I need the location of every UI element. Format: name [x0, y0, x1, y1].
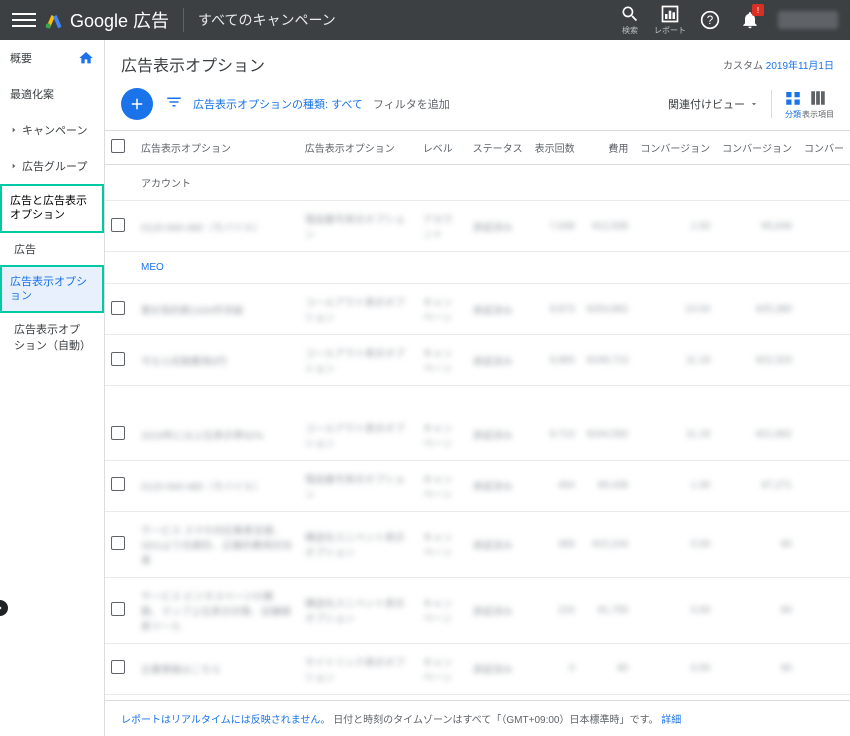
column-header[interactable]: レベル: [417, 131, 467, 165]
column-header[interactable]: 表示回数: [529, 131, 581, 165]
sidebar-item-extensions-auto[interactable]: 広告表示オプション（自動）: [0, 313, 104, 361]
sidebar-item-overview[interactable]: 概要: [0, 40, 104, 76]
chevron-right-icon: [0, 603, 5, 613]
main-content: 広告表示オプション カスタム 2019年11月1日 広告表示オプションの種類: …: [105, 40, 850, 736]
notification-badge: !: [752, 4, 764, 16]
sidebar-item-ads[interactable]: 広告: [0, 233, 104, 265]
column-header[interactable]: [105, 131, 135, 165]
table-header-row: 広告表示オプション広告表示オプションレベルステータス表示回数費用コンバージョンコ…: [105, 131, 850, 165]
table-row[interactable]: 2019年には上位表示率92%コールアウト表示オプションキャンペーン承認済み9,…: [105, 410, 850, 461]
footer-note: レポートはリアルタイムには反映されません。 日付と時刻のタイムゾーンはすべて「（…: [105, 700, 850, 736]
row-checkbox[interactable]: [111, 477, 125, 491]
table-row[interactable]: 0120-940-480（モバイル）電話番号表示オプションアカウント承認済み7,…: [105, 201, 850, 252]
row-checkbox[interactable]: [111, 602, 125, 616]
view-selector[interactable]: 関連付けビュー: [668, 96, 759, 112]
group-header-row: MEO: [105, 252, 850, 284]
context-title[interactable]: すべてのキャンペーン: [198, 10, 336, 30]
row-checkbox[interactable]: [111, 301, 125, 315]
menu-icon[interactable]: [12, 8, 36, 32]
sidebar-item-adgroups[interactable]: 広告グループ: [0, 148, 104, 184]
table-row[interactable]: 企業情報はこちらサイトリンク表示オプションキャンペーン承認済み0¥00.00¥0: [105, 643, 850, 694]
add-button[interactable]: [121, 88, 153, 120]
help-button[interactable]: ?: [690, 0, 730, 40]
page-title: 広告表示オプション: [121, 52, 265, 76]
footer-details-link[interactable]: 詳細: [661, 715, 681, 726]
filter-icon: [165, 93, 183, 111]
home-icon: [78, 50, 94, 66]
svg-text:?: ?: [707, 14, 714, 27]
column-header[interactable]: コンバージョン: [716, 131, 798, 165]
notifications-button[interactable]: !: [730, 0, 770, 40]
table-row[interactable]: サービス スマホ対応集客支援、SEOより効果的、正確的費用対効果構造化スニペット…: [105, 511, 850, 577]
date-range-selector[interactable]: カスタム 2019年11月1日: [723, 57, 834, 72]
sidebar-item-ads-extensions[interactable]: 広告と広告表示オプション: [0, 184, 104, 233]
search-button[interactable]: 検索: [610, 0, 650, 40]
chevron-right-icon: [10, 162, 18, 170]
table-row[interactable]: サービス ビジネスページの構築、マップ上位表示対策、店舗検索ツール構造化スニペッ…: [105, 577, 850, 643]
divider: [183, 8, 184, 32]
column-header[interactable]: コンバージョン: [634, 131, 716, 165]
table-row[interactable]: 今なら初期費用0円コールアウト表示オプションキャンペーン承認済み9,965¥24…: [105, 335, 850, 386]
column-header[interactable]: ステータス: [467, 131, 529, 165]
segment-icon: [784, 89, 802, 107]
add-filter-button[interactable]: フィルタを追加: [373, 96, 450, 112]
table-row[interactable]: 資料請求サイトリンク表示オプションキャンペーン承認済み3¥00.00¥0: [105, 694, 850, 700]
chevron-right-icon: [10, 126, 18, 134]
table-row[interactable]: 累計契約数1000件突破コールアウト表示オプションキャンペーン承認済み9,873…: [105, 284, 850, 335]
filter-button[interactable]: [165, 93, 183, 116]
group-header-row: アカウント: [105, 165, 850, 201]
filter-chip[interactable]: 広告表示オプションの種類: すべて: [193, 96, 363, 112]
row-checkbox[interactable]: [111, 426, 125, 440]
plus-icon: [128, 95, 146, 113]
segment-button[interactable]: 分類: [784, 89, 802, 120]
row-checkbox[interactable]: [111, 660, 125, 674]
app-header: Google 広告 すべてのキャンペーン 検索 レポート ? !: [0, 0, 850, 40]
product-logo[interactable]: Google 広告: [44, 7, 169, 33]
column-header[interactable]: コンバー: [798, 131, 850, 165]
sidebar-expand-button[interactable]: [0, 600, 8, 616]
select-all-checkbox[interactable]: [111, 139, 125, 153]
divider: [771, 90, 772, 118]
product-name: Google 広告: [70, 7, 169, 33]
help-icon: ?: [700, 10, 720, 30]
chevron-down-icon: [749, 99, 759, 109]
account-info[interactable]: [778, 11, 838, 29]
sidebar-item-extensions-active[interactable]: 広告表示オプション: [0, 265, 104, 314]
search-icon: [620, 4, 640, 24]
sidebar-item-optimization[interactable]: 最適化案: [0, 76, 104, 112]
table-body: アカウント0120-940-480（モバイル）電話番号表示オプションアカウント承…: [105, 165, 850, 701]
row-checkbox[interactable]: [111, 536, 125, 550]
columns-button[interactable]: 表示項目: [802, 89, 834, 120]
sidebar: 概要 最適化案 キャンペーン 広告グループ 広告と広告表示オプション 広告 広告…: [0, 40, 105, 736]
report-icon: [660, 4, 680, 24]
row-checkbox[interactable]: [111, 218, 125, 232]
column-header[interactable]: 広告表示オプション: [135, 131, 299, 165]
toolbar: 広告表示オプションの種類: すべて フィルタを追加 関連付けビュー 分類 表示項…: [105, 84, 850, 131]
row-checkbox[interactable]: [111, 352, 125, 366]
sidebar-item-campaigns[interactable]: キャンペーン: [0, 112, 104, 148]
google-ads-icon: [44, 10, 64, 30]
columns-icon: [809, 89, 827, 107]
column-header[interactable]: 広告表示オプション: [299, 131, 417, 165]
column-header[interactable]: 費用: [581, 131, 635, 165]
data-table: 広告表示オプション広告表示オプションレベルステータス表示回数費用コンバージョンコ…: [105, 131, 850, 700]
report-button[interactable]: レポート: [650, 0, 690, 40]
table-row[interactable]: 0120-940-480（モバイル）電話番号表示オプションキャンペーン承認済み4…: [105, 460, 850, 511]
